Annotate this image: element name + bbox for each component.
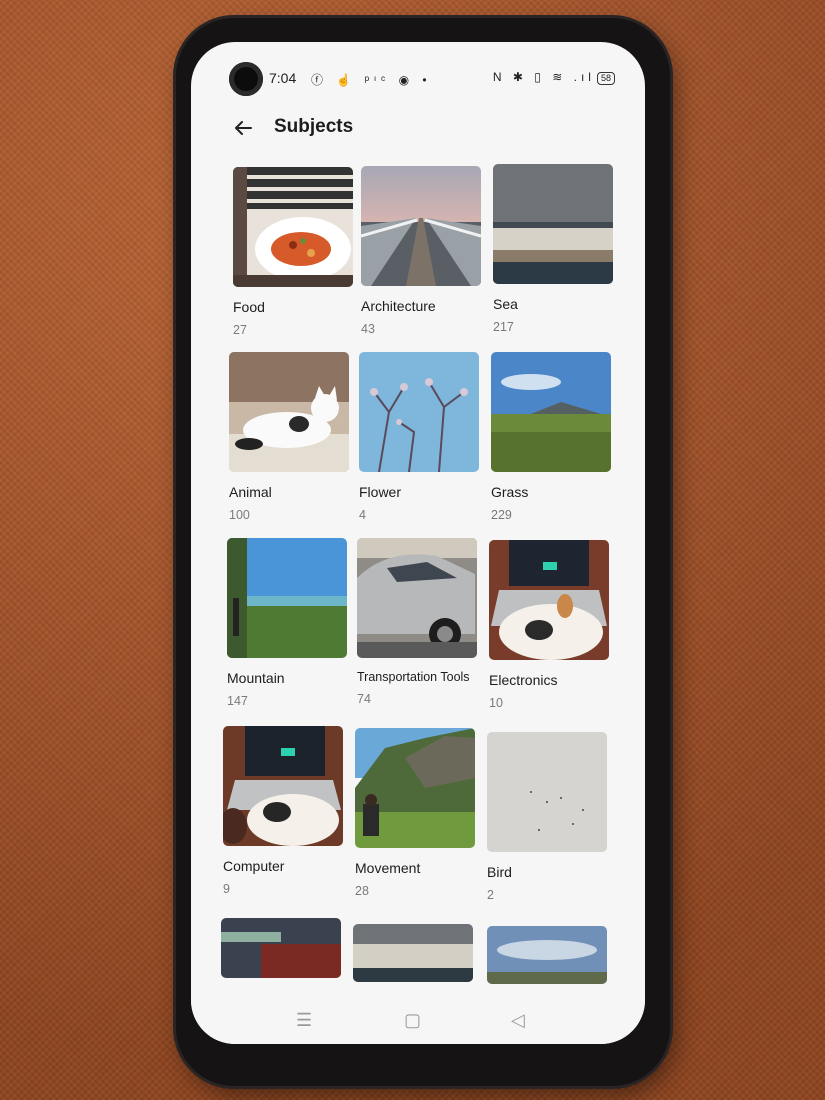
status-time: 7:04 xyxy=(269,70,297,86)
subject-tile-partial-3[interactable] xyxy=(487,926,609,984)
subject-count: 27 xyxy=(233,323,247,337)
subject-thumbnail xyxy=(227,538,347,658)
subject-name: Food xyxy=(233,299,265,315)
subject-count: 43 xyxy=(361,322,375,336)
subject-tile-transportation-tools[interactable]: Transportation Tools 74 xyxy=(357,538,479,706)
page-title: Subjects xyxy=(274,116,354,137)
phone-screen: 7:04 ⓕ ☝ ᵖᶦᶜ ◉ • N ✱ ▯ ≋ .ıl58 Subjects xyxy=(191,42,645,1044)
subject-count: 229 xyxy=(491,508,512,522)
subject-count: 10 xyxy=(489,696,503,710)
status-bar: 7:04 ⓕ ☝ ᵖᶦᶜ ◉ • N ✱ ▯ ≋ .ıl 58 xyxy=(269,69,615,89)
back-arrow-icon[interactable] xyxy=(231,116,255,140)
subject-tile-animal[interactable]: Animal 100 xyxy=(229,352,351,522)
subject-name: Bird xyxy=(487,864,512,880)
subject-name: Transportation Tools xyxy=(357,670,470,684)
subject-thumbnail xyxy=(229,352,349,472)
subject-thumbnail xyxy=(221,918,341,978)
subject-count: 217 xyxy=(493,320,514,334)
subject-tile-grass[interactable]: Grass 229 xyxy=(491,352,613,522)
system-status-icons: N ✱ ▯ ≋ .ıl xyxy=(492,70,595,84)
subject-tile-architecture[interactable]: Architecture 43 xyxy=(361,166,483,336)
subject-tile-partial-1[interactable] xyxy=(221,918,343,978)
subject-tile-computer[interactable]: Computer 9 xyxy=(223,726,345,896)
subject-name: Electronics xyxy=(489,672,558,688)
subject-name: Grass xyxy=(491,484,529,500)
subject-tile-flower[interactable]: Flower 4 xyxy=(359,352,481,522)
subject-tile-bird[interactable]: Bird 2 xyxy=(487,732,609,902)
subject-name: Movement xyxy=(355,860,421,876)
subject-count: 147 xyxy=(227,694,248,708)
subject-count: 4 xyxy=(359,508,366,522)
subject-thumbnail xyxy=(489,540,609,660)
front-camera xyxy=(229,62,263,96)
subject-name: Computer xyxy=(223,858,285,874)
system-nav-bar: ☰ ▢ ◁ xyxy=(191,998,645,1044)
subject-count: 9 xyxy=(223,882,230,896)
subject-thumbnail xyxy=(361,166,481,286)
subject-thumbnail xyxy=(357,538,477,658)
subject-name: Architecture xyxy=(361,298,436,314)
subject-thumbnail xyxy=(359,352,479,472)
subject-count: 74 xyxy=(357,692,371,706)
back-button[interactable]: ◁ xyxy=(511,1010,525,1031)
subject-name: Flower xyxy=(359,484,402,500)
subject-name: Mountain xyxy=(227,670,285,686)
subject-count: 2 xyxy=(487,888,494,902)
subject-thumbnail xyxy=(491,352,611,472)
subject-count: 28 xyxy=(355,884,369,898)
subject-name: Sea xyxy=(493,296,518,312)
subject-tile-sea[interactable]: Sea 217 xyxy=(493,164,615,334)
subject-count: 100 xyxy=(229,508,250,522)
subject-tile-partial-2[interactable] xyxy=(353,924,475,982)
battery-icon: 58 xyxy=(596,72,615,85)
subject-thumbnail xyxy=(487,926,607,984)
subject-tile-mountain[interactable]: Mountain 147 xyxy=(227,538,349,708)
subject-thumbnail xyxy=(233,167,353,287)
subject-thumbnail xyxy=(487,732,607,852)
subject-thumbnail xyxy=(353,924,473,982)
home-button[interactable]: ▢ xyxy=(404,1010,421,1031)
recent-apps-button[interactable]: ☰ xyxy=(296,1010,312,1031)
subject-tile-movement[interactable]: Movement 28 xyxy=(355,728,477,898)
subject-thumbnail xyxy=(493,164,613,284)
system-icons: N ✱ ▯ ≋ .ıl 58 xyxy=(493,70,615,85)
subject-thumbnail xyxy=(223,726,343,846)
subject-tile-food[interactable]: Food 27 xyxy=(233,167,355,337)
subject-thumbnail xyxy=(355,728,475,848)
notification-icons: ⓕ ☝ ᵖᶦᶜ ◉ • xyxy=(311,73,432,87)
subject-name: Animal xyxy=(229,484,272,500)
subject-tile-electronics[interactable]: Electronics 10 xyxy=(489,540,611,710)
